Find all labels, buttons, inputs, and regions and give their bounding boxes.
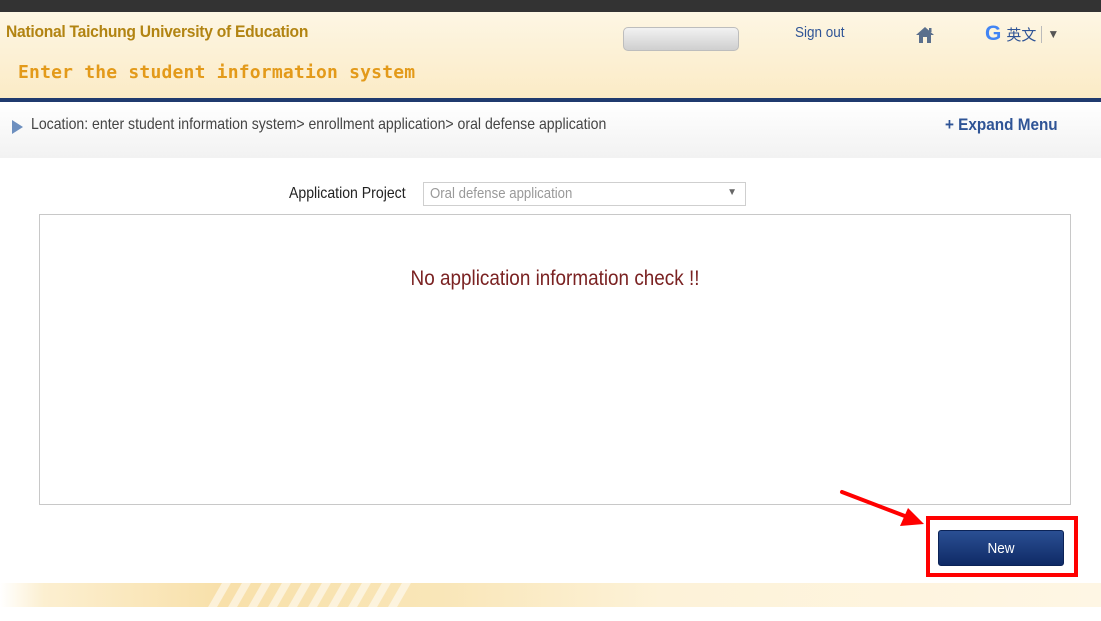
google-logo-icon: G — [985, 22, 1002, 45]
chevron-down-icon[interactable]: ▼ — [1047, 27, 1059, 41]
home-icon[interactable] — [915, 25, 935, 45]
system-title: Enter the student information system — [18, 62, 416, 83]
new-button[interactable]: New — [938, 530, 1064, 566]
expand-menu-link[interactable]: + Expand Menu — [945, 115, 1058, 135]
breadcrumb: Location: enter student information syst… — [31, 116, 607, 133]
language-label: 英文 — [1006, 26, 1037, 44]
application-project-select[interactable]: Oral defense application ▼ — [423, 182, 746, 206]
footer-stripes — [175, 583, 415, 607]
university-name: National Taichung University of Educatio… — [6, 22, 309, 41]
empty-state-message: No application information check !! — [410, 267, 700, 290]
google-translate-widget[interactable]: G 英文 ▼ — [985, 22, 1059, 46]
application-project-row: Application Project Oral defense applica… — [289, 182, 746, 206]
translate-separator — [1041, 25, 1043, 43]
application-list-panel: No application information check !! — [39, 214, 1071, 505]
footer-band — [0, 583, 1101, 607]
new-button-label: New — [987, 539, 1015, 557]
top-dark-bar — [0, 0, 1101, 12]
annotation-arrow-icon — [840, 490, 924, 526]
chevron-down-icon: ▼ — [727, 187, 737, 198]
breadcrumb-arrow-icon — [12, 120, 23, 134]
application-project-value: Oral defense application — [430, 185, 573, 202]
application-project-label: Application Project — [289, 185, 406, 202]
sign-out-link[interactable]: Sign out — [795, 24, 845, 41]
blank-header-button[interactable] — [623, 27, 739, 51]
